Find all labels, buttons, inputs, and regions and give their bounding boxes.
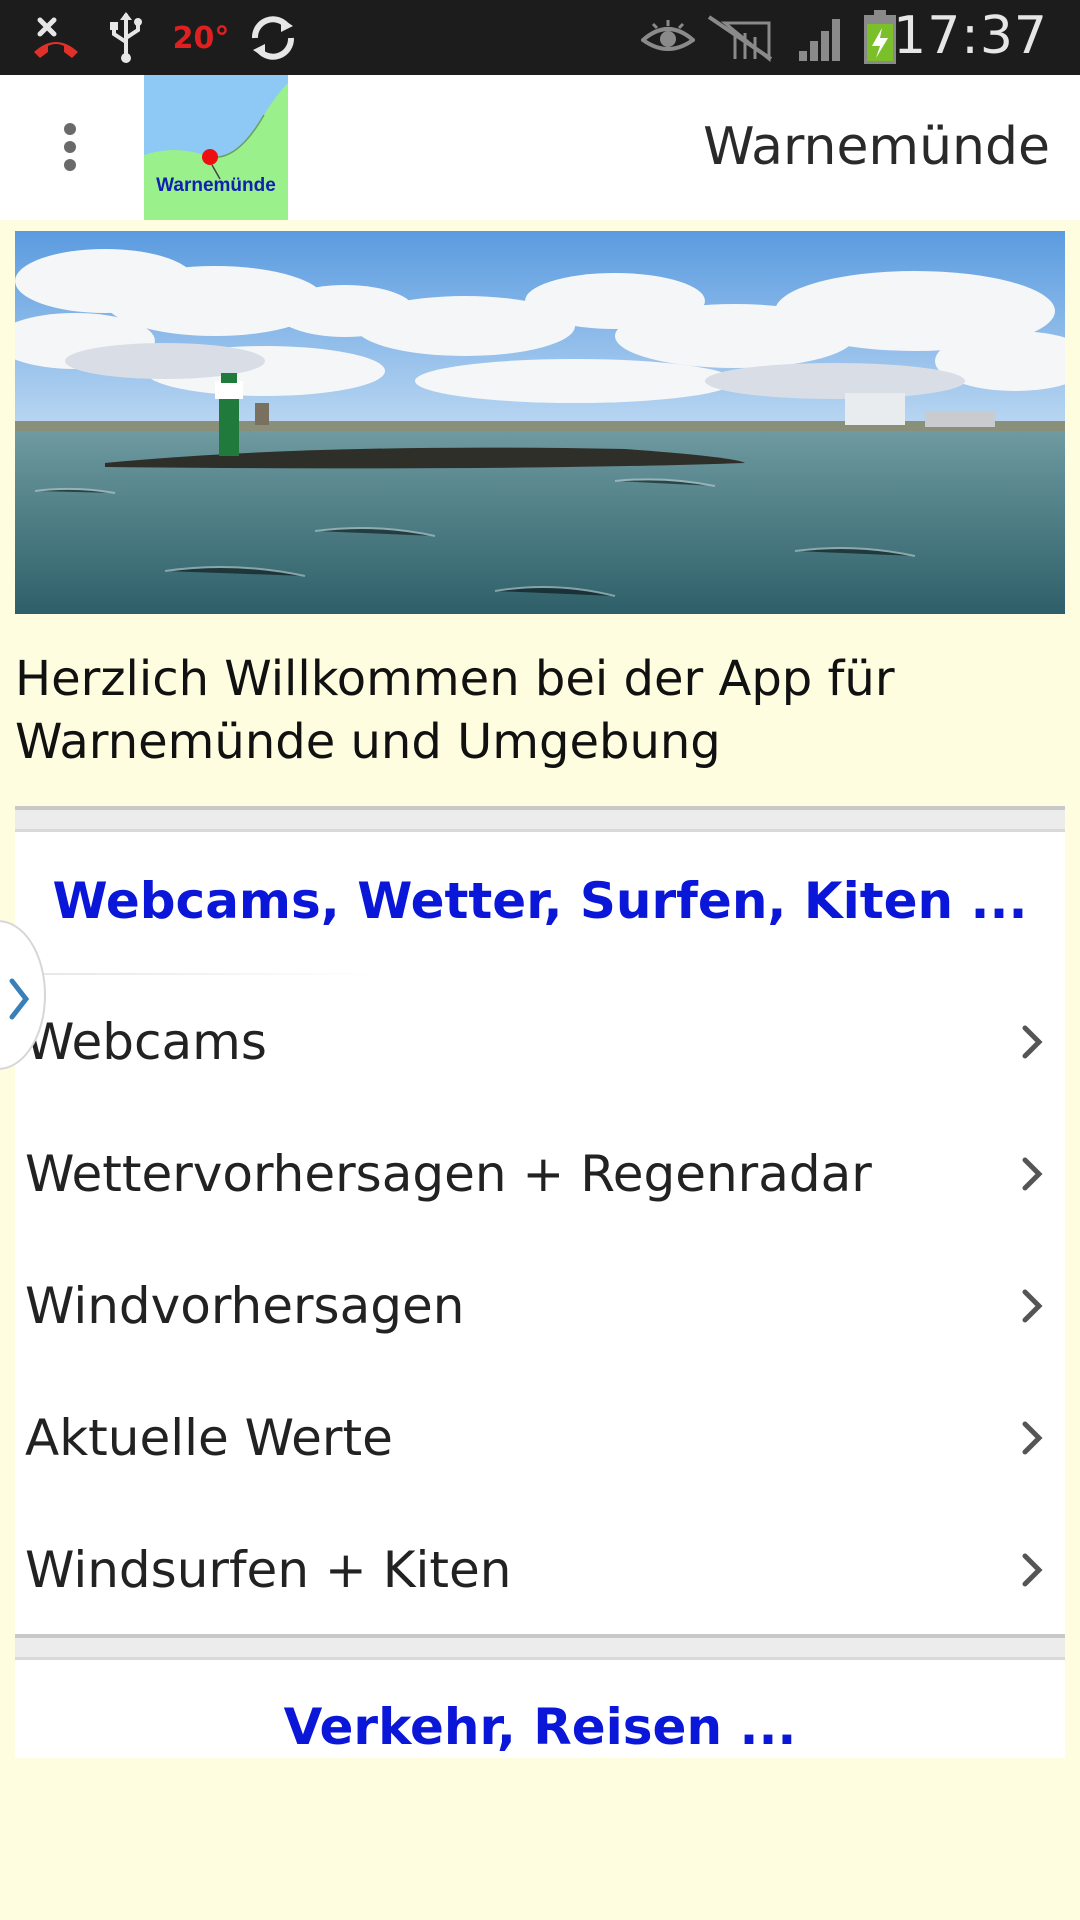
signal-icon xyxy=(796,10,848,66)
menu-item-label: Aktuelle Werte xyxy=(25,1409,393,1467)
sync-icon xyxy=(245,10,301,66)
section-header-verkehr[interactable]: Verkehr, Reisen ... xyxy=(15,1660,1065,1756)
overflow-menu-icon[interactable] xyxy=(46,117,94,177)
menu-item-label: Wettervorhersagen + Regenradar xyxy=(25,1145,872,1203)
section-header-webcams: Webcams, Wetter, Surfen, Kiten ... xyxy=(52,872,1028,930)
chevron-right-icon xyxy=(1022,1553,1043,1587)
app-logo[interactable]: Warnemünde xyxy=(144,75,288,220)
menu-item-label: Windvorhersagen xyxy=(25,1277,465,1335)
menu-item-wettervorhersagen[interactable]: Wettervorhersagen + Regenradar xyxy=(15,1108,1065,1240)
section-divider xyxy=(15,806,1065,832)
eye-icon xyxy=(640,10,696,66)
hero-image xyxy=(15,231,1065,614)
chevron-right-icon xyxy=(9,978,30,1020)
chevron-right-icon xyxy=(1022,1025,1043,1059)
no-signal-icon xyxy=(704,10,776,66)
divider-line xyxy=(15,973,375,975)
chevron-right-icon xyxy=(1022,1289,1043,1323)
menu-item-webcams[interactable]: Webcams xyxy=(15,976,1065,1108)
section-webcams: Webcams, Wetter, Surfen, Kiten ... Webca… xyxy=(15,832,1065,1636)
temperature-icon: 20° xyxy=(173,10,230,66)
welcome-text: Herzlich Willkommen bei der App für Warn… xyxy=(15,651,895,770)
menu-item-label: Webcams xyxy=(25,1013,267,1071)
section-divider xyxy=(15,1634,1065,1660)
menu-item-label: Windsurfen + Kiten xyxy=(25,1541,512,1599)
missed-call-icon xyxy=(28,10,84,66)
menu-item-aktuelle-werte[interactable]: Aktuelle Werte xyxy=(15,1372,1065,1504)
usb-icon xyxy=(106,10,146,66)
logo-text: Warnemünde xyxy=(156,175,276,196)
chevron-right-icon xyxy=(1022,1421,1043,1455)
menu-item-windsurfen-kiten[interactable]: Windsurfen + Kiten xyxy=(15,1504,1065,1636)
app-title: Warnemünde xyxy=(703,117,1050,177)
temperature-text: 20° xyxy=(172,20,230,56)
status-bar: 20° 17:37 xyxy=(0,0,1080,75)
clock: 17:37 xyxy=(893,6,1048,66)
action-bar: Warnemünde Warnemünde xyxy=(0,75,1080,220)
menu-item-windvorhersagen[interactable]: Windvorhersagen xyxy=(15,1240,1065,1372)
section-verkehr: Verkehr, Reisen ... xyxy=(15,1660,1065,1758)
chevron-right-icon xyxy=(1022,1157,1043,1191)
